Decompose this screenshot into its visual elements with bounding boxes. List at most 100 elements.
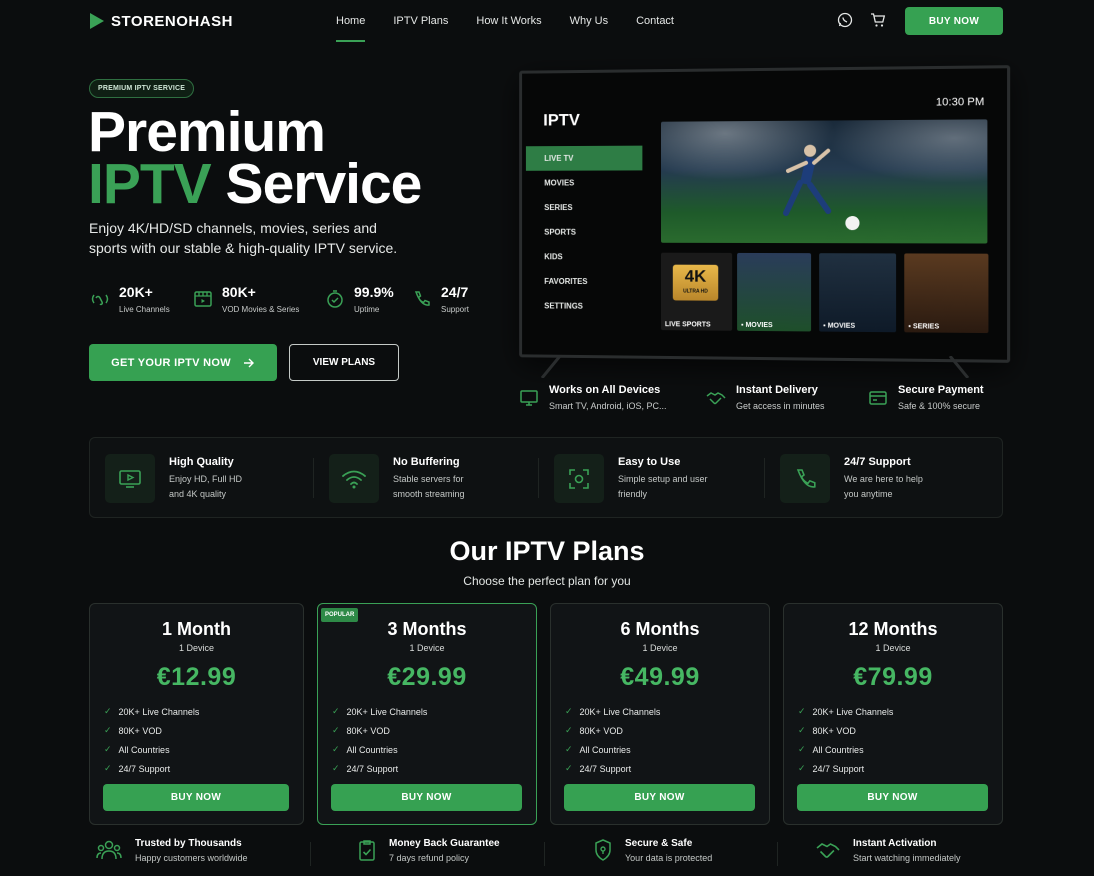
tv-tile-caption-text: MOVIES	[745, 322, 772, 329]
plans-title: Our IPTV Plans	[0, 536, 1094, 567]
hero-description: Enjoy 4K/HD/SD channels, movies, series …	[89, 218, 409, 258]
nav-link-home[interactable]: Home	[336, 15, 365, 27]
tv-tile-caption: LIVE SPORTS	[665, 321, 711, 328]
nav-link-contact[interactable]: Contact	[636, 15, 674, 27]
quality-desc: Stable servers for smooth streaming	[393, 472, 483, 502]
trust-title: Instant Activation	[853, 838, 961, 849]
stat-value: 24/7	[441, 284, 469, 300]
plan-card-3-months: POPULAR 3 Months 1 Device €29.99 ✓ 20K+ L…	[317, 603, 537, 825]
trust-divider	[777, 842, 778, 866]
quality-strip: High Quality Enjoy HD, Full HD and 4K qua…	[89, 437, 1003, 518]
check-icon: ✓	[104, 725, 112, 736]
plan-feature-text: All Countries	[580, 745, 631, 755]
quality-item: No Buffering Stable servers for smooth st…	[329, 454, 483, 503]
plan-feature-text: 24/7 Support	[119, 764, 171, 774]
tv-brand: IPTV	[543, 110, 580, 130]
plan-feature-text: 20K+ Live Channels	[347, 707, 428, 717]
nav-link-plans[interactable]: IPTV Plans	[393, 15, 448, 27]
plan-name: 12 Months	[784, 619, 1002, 640]
tv-feature-payment: Secure Payment Safe & 100% secure	[868, 384, 984, 411]
tv-tile-caption: ▪ MOVIES	[741, 322, 773, 329]
soccer-player-icon	[661, 119, 987, 243]
check-icon: ✓	[565, 763, 573, 774]
plan-feature-text: 80K+ VOD	[347, 726, 390, 736]
tv-featured-image	[661, 119, 987, 243]
tv-menu-item: FAVORITES	[526, 269, 642, 294]
film-icon	[193, 289, 213, 309]
trust-item-secure: Secure & Safe Your data is protected	[594, 838, 712, 863]
quality-desc: Simple setup and user friendly	[618, 472, 708, 502]
plan-feature-text: 80K+ VOD	[580, 726, 623, 736]
trust-item-thousands: Trusted by Thousands Happy customers worl…	[96, 838, 248, 863]
tv-tile-caption: ▪ SERIES	[908, 323, 939, 330]
plan-feature: ✓ 24/7 Support	[798, 759, 893, 778]
handshake-icon	[816, 838, 840, 862]
check-icon: ✓	[332, 763, 340, 774]
trust-desc: Happy customers worldwide	[135, 853, 248, 863]
plan-devices: 1 Device	[784, 643, 1002, 653]
view-plans-button[interactable]: VIEW PLANS	[289, 344, 399, 381]
plan-features: ✓ 20K+ Live Channels ✓ 80K+ VOD ✓ All Count…	[565, 702, 660, 778]
quality-divider	[313, 458, 314, 498]
quality-desc: We are here to help you anytime	[844, 472, 934, 502]
broadcast-icon	[90, 289, 110, 309]
tv-menu-item: SPORTS	[526, 220, 642, 245]
users-icon	[96, 838, 122, 862]
stat-value: 20K+	[119, 284, 170, 300]
monitor-icon	[519, 388, 539, 408]
quality-title: No Buffering	[393, 456, 483, 468]
stat-value: 80K+	[222, 284, 299, 300]
quality-icon-box	[780, 454, 830, 503]
clipboard-check-icon	[358, 838, 376, 862]
plan-buy-button[interactable]: BUY NOW	[564, 784, 755, 811]
check-icon: ✓	[798, 706, 806, 717]
get-iptv-label: GET YOUR IPTV NOW	[111, 357, 231, 369]
cart-icon[interactable]	[870, 12, 886, 28]
tv-menu-item: MOVIES	[526, 170, 642, 195]
tv-menu-item: SETTINGS	[526, 294, 642, 320]
nav-buy-button[interactable]: BUY NOW	[905, 7, 1003, 35]
trust-title: Trusted by Thousands	[135, 838, 248, 849]
check-icon: ✓	[104, 706, 112, 717]
plan-feature: ✓ 24/7 Support	[332, 759, 427, 778]
plans-subtitle: Choose the perfect plan for you	[0, 574, 1094, 588]
check-icon: ✓	[565, 706, 573, 717]
tv-mockup: IPTV 10:30 PM LIVE TV MOVIES SERIES SPOR…	[519, 65, 1010, 363]
plan-feature-text: 24/7 Support	[580, 764, 632, 774]
tv-time: 10:30 PM	[936, 96, 984, 109]
plan-buy-button[interactable]: BUY NOW	[797, 784, 988, 811]
tv-menu-item: KIDS	[526, 244, 642, 269]
tv-feature-desc: Safe & 100% secure	[898, 401, 984, 411]
brand-logo[interactable]: STORENOHASH	[89, 12, 233, 30]
nav-link-how[interactable]: How It Works	[476, 15, 541, 27]
plan-card-6-months: 6 Months 1 Device €49.99 ✓ 20K+ Live Chan…	[550, 603, 770, 825]
get-iptv-button[interactable]: GET YOUR IPTV NOW	[89, 344, 277, 381]
tv-menu: LIVE TV MOVIES SERIES SPORTS KIDS FAVORI…	[526, 146, 642, 319]
quality-icon-box	[105, 454, 155, 503]
nav-link-why[interactable]: Why Us	[570, 15, 609, 27]
phone-icon	[412, 289, 432, 309]
plan-card-1-month: 1 Month 1 Device €12.99 ✓ 20K+ Live Chann…	[89, 603, 304, 825]
quality-title: Easy to Use	[618, 456, 708, 468]
plan-feature-text: 20K+ Live Channels	[119, 707, 200, 717]
plan-feature-text: 20K+ Live Channels	[580, 707, 661, 717]
plan-devices: 1 Device	[318, 643, 536, 653]
check-icon: ✓	[104, 763, 112, 774]
plan-feature-text: 80K+ VOD	[813, 726, 856, 736]
stat-label: Uptime	[354, 305, 394, 314]
trust-item-money-back: Money Back Guarantee 7 days refund policy	[358, 838, 500, 863]
plan-feature: ✓ All Countries	[332, 740, 427, 759]
tv-feature-devices: Works on All Devices Smart TV, Android, i…	[519, 384, 667, 411]
stat-value: 99.9%	[354, 284, 394, 300]
whatsapp-icon[interactable]	[837, 12, 853, 28]
plan-price: €29.99	[318, 663, 536, 692]
plan-buy-button[interactable]: BUY NOW	[103, 784, 289, 811]
plan-price: €49.99	[551, 663, 769, 692]
tv-tile-caption: ▪ MOVIES	[823, 323, 855, 330]
arrow-right-icon	[243, 358, 255, 368]
tv-feature-title: Instant Delivery	[736, 384, 825, 396]
check-icon: ✓	[332, 706, 340, 717]
handshake-icon	[706, 388, 726, 408]
plan-buy-button[interactable]: BUY NOW	[331, 784, 522, 811]
tv-play-icon	[118, 467, 142, 491]
